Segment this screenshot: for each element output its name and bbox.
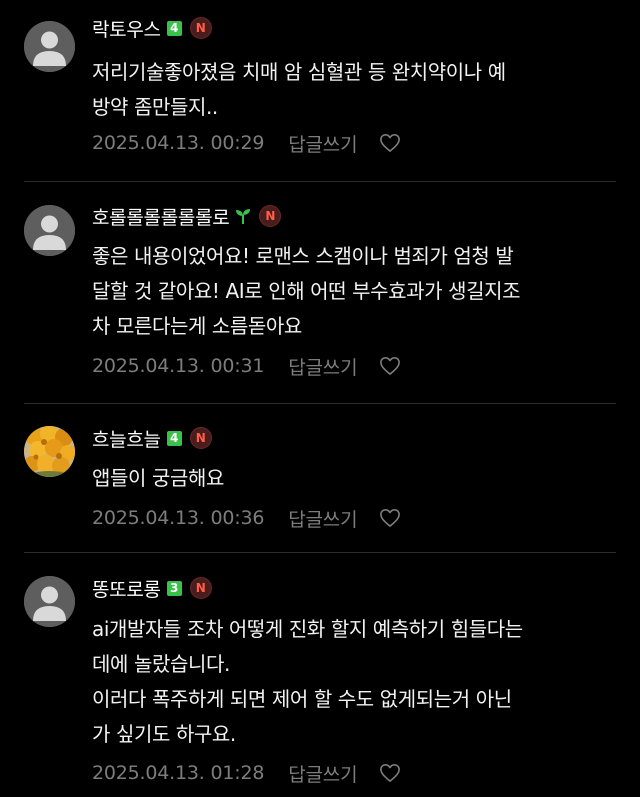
comment-line: 좋은 내용이었어요! 로맨스 스캠이나 범죄가 엄청 발 <box>92 244 514 268</box>
comment-meta: 2025.04.13. 01:28 답글쓰기 <box>92 758 401 788</box>
heart-icon[interactable] <box>379 133 401 153</box>
divider <box>24 181 616 182</box>
comment-line: ai개발자들 조차 어떻게 진화 할지 예측하기 힘들다는 <box>92 617 523 641</box>
divider <box>24 403 616 404</box>
reply-button[interactable]: 답글쓰기 <box>288 760 357 787</box>
comment-line: 달할 것 같아요! AI로 인해 어떤 부수효과가 생길지조 <box>92 279 521 303</box>
nickname[interactable]: 흐늘흐늘 <box>92 425 161 452</box>
comment-text: 좋은 내용이었어요! 로맨스 스캠이나 범죄가 엄청 발 달할 것 같아요! A… <box>92 239 622 344</box>
default-profile-icon <box>24 205 75 256</box>
comment-meta: 2025.04.13. 00:29 답글쓰기 <box>92 128 401 158</box>
comment-header: 호롤롤롤롤롤롤로 N <box>92 202 282 230</box>
comment-line: 저리기술좋아졌음 치매 암 심혈관 등 완치약이나 예 <box>92 60 506 84</box>
reply-button[interactable]: 답글쓰기 <box>288 353 357 380</box>
comment-date: 2025.04.13. 01:28 <box>92 762 265 784</box>
avatar[interactable] <box>24 205 75 256</box>
comment-line: 가 싶기도 하구요. <box>92 722 236 746</box>
reply-button[interactable]: 답글쓰기 <box>288 130 357 157</box>
comment-date: 2025.04.13. 00:36 <box>92 507 265 529</box>
comment-text: ai개발자들 조차 어떻게 진화 할지 예측하기 힘들다는 데에 놀랐습니다. … <box>92 612 622 752</box>
comment-date: 2025.04.13. 00:29 <box>92 132 265 154</box>
heart-icon[interactable] <box>379 508 401 528</box>
comment-line: 차 모른다는게 소름돋아요 <box>92 314 302 338</box>
comment-meta: 2025.04.13. 00:31 답글쓰기 <box>92 351 401 381</box>
heart-icon[interactable] <box>379 356 401 376</box>
comment-header: 똥또로롱 3 N <box>92 574 212 602</box>
nickname[interactable]: 호롤롤롤롤롤롤로 <box>92 203 230 230</box>
comment-header: 락토우스 4 N <box>92 14 212 42</box>
n-badge: N <box>189 17 212 39</box>
avatar[interactable] <box>24 576 75 627</box>
flowers-profile-image <box>24 426 75 477</box>
comment-date: 2025.04.13. 00:31 <box>92 355 265 377</box>
level-badge: 4 <box>166 430 182 446</box>
avatar[interactable] <box>24 21 75 72</box>
avatar[interactable] <box>24 426 75 477</box>
comment-text: 저리기술좋아졌음 치매 암 심혈관 등 완치약이나 예 방약 좀만들지.. <box>92 55 622 125</box>
comment-header: 흐늘흐늘 4 N <box>92 424 212 452</box>
comment-text: 앱들이 궁금해요 <box>92 461 622 496</box>
sprout-icon <box>236 209 251 224</box>
n-badge: N <box>189 427 212 449</box>
comment-line: 이러다 폭주하게 되면 제어 할 수도 없게되는거 아닌 <box>92 687 512 711</box>
heart-icon[interactable] <box>379 763 401 783</box>
comment-line: 방약 좀만들지.. <box>92 95 218 119</box>
default-profile-icon <box>24 576 75 627</box>
nickname[interactable]: 똥또로롱 <box>92 575 161 602</box>
comment-line: 앱들이 궁금해요 <box>92 466 224 490</box>
n-badge: N <box>189 577 212 599</box>
level-badge: 3 <box>166 580 182 596</box>
level-badge: 4 <box>166 20 182 36</box>
nickname[interactable]: 락토우스 <box>92 15 161 42</box>
reply-button[interactable]: 답글쓰기 <box>288 505 357 532</box>
n-badge: N <box>259 205 282 227</box>
comment-meta: 2025.04.13. 00:36 답글쓰기 <box>92 503 401 533</box>
divider <box>24 552 616 553</box>
comment-line: 데에 놀랐습니다. <box>92 652 230 676</box>
default-profile-icon <box>24 21 75 72</box>
